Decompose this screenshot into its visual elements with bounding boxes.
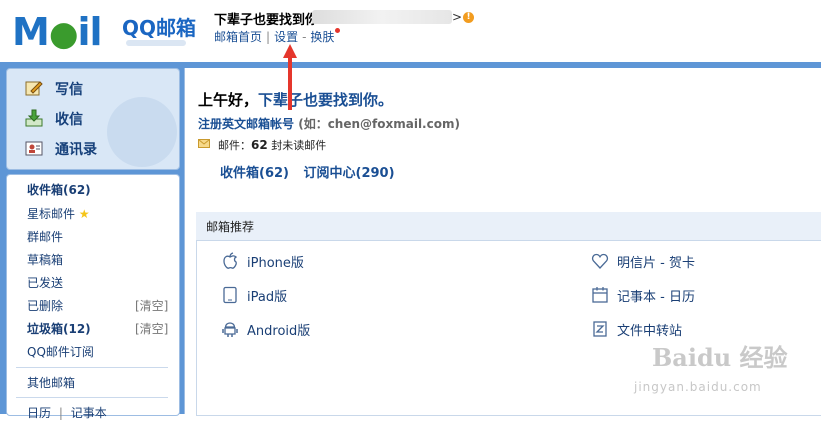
calendar-link[interactable]: 日历 <box>27 406 51 420</box>
android-version-link[interactable]: Android版 <box>221 320 361 340</box>
ipad-icon <box>223 286 237 304</box>
folder-divider <box>16 367 168 368</box>
contacts-icon <box>25 141 43 156</box>
link-dash: - <box>302 30 307 44</box>
skin-link[interactable]: 换肤 <box>310 30 334 44</box>
folder-spam[interactable]: 垃圾箱(12) <box>27 320 91 337</box>
qqmail-logo[interactable]: M●il QQ邮箱 <box>12 8 202 54</box>
ipad-version-label: iPad版 <box>247 290 288 305</box>
calendar-icon <box>592 287 608 303</box>
folder-other-mailboxes[interactable]: 其他邮箱 <box>27 374 75 391</box>
baidu-watermark-url: jingyan.baidu.com <box>634 380 762 394</box>
greeting-name[interactable]: 下辈子也要找到你。 <box>258 91 393 109</box>
notes-calendar-label: 记事本 - 日历 <box>617 290 695 305</box>
home-link[interactable]: 邮箱首页 <box>214 30 262 44</box>
folder-sent[interactable]: 已发送 <box>27 274 63 291</box>
qq-penguin-stamp-icon <box>107 97 177 167</box>
compose-label: 写信 <box>55 82 83 98</box>
star-icon: ★ <box>78 207 90 221</box>
notes-link[interactable]: 记事本 <box>71 406 107 420</box>
contacts-button[interactable]: 通讯录 <box>23 137 113 161</box>
unread-suffix: 封未读邮件 <box>271 139 327 152</box>
contacts-label: 通讯录 <box>55 142 97 158</box>
register-label: 注册英文邮箱帐号 <box>198 117 295 131</box>
greeting-prefix: 上午好， <box>198 91 259 109</box>
calendar-sep: | <box>58 406 63 420</box>
android-icon <box>222 322 238 337</box>
unread-count: 62 <box>251 138 268 152</box>
warning-icon[interactable]: ! <box>463 12 474 23</box>
red-annotation-arrow-icon <box>283 44 297 110</box>
baidu-watermark-text: Baidu 经验 <box>652 343 788 372</box>
apple-icon <box>223 252 238 269</box>
unread-prefix: 邮件： <box>218 139 251 152</box>
inbox-link[interactable]: 收件箱(62) <box>220 166 289 181</box>
compose-button[interactable]: 写信 <box>23 77 113 101</box>
compose-icon <box>25 81 43 96</box>
folder-group[interactable]: 群邮件 <box>27 228 63 245</box>
redacted-email <box>312 10 452 24</box>
folder-drafts[interactable]: 草稿箱 <box>27 251 63 268</box>
folder-subscriptions[interactable]: QQ邮件订阅 <box>27 343 94 360</box>
iphone-version-label: iPhone版 <box>247 256 304 271</box>
iphone-version-link[interactable]: iPhone版 <box>221 252 341 272</box>
heart-icon <box>591 253 609 269</box>
link-separator: | <box>266 30 271 44</box>
clear-deleted-link[interactable]: [清空] <box>135 297 168 314</box>
logo-mark: M●il <box>12 10 103 54</box>
logo-o-bubble: ● <box>48 14 79 54</box>
top-bar: M●il QQ邮箱 下辈子也要找到你 > ! 邮箱首页 | 设置 - 换肤 <box>0 0 821 64</box>
inbox-download-icon <box>25 109 43 127</box>
receive-label: 收信 <box>55 112 83 128</box>
logo-letters-il: il <box>77 10 103 54</box>
ipad-version-link[interactable]: iPad版 <box>221 286 341 306</box>
postcard-label: 明信片 - 贺卡 <box>617 256 695 271</box>
recommend-header <box>196 212 821 241</box>
user-menu-arrow[interactable]: > <box>452 10 462 24</box>
file-transfer-icon <box>593 321 607 337</box>
register-hint: (如：chen@foxmail.com) <box>298 117 460 131</box>
folder-starred-label: 星标邮件 <box>27 207 76 221</box>
product-name: QQ邮箱 <box>122 16 197 40</box>
folder-divider <box>16 397 168 398</box>
register-english-account[interactable]: 注册英文邮箱帐号 (如：chen@foxmail.com) <box>198 115 460 132</box>
notes-calendar-link[interactable]: 记事本 - 日历 <box>591 286 731 306</box>
calendar-notes-links: 日历 | 记事本 <box>27 404 107 421</box>
recommend-title: 邮箱推荐 <box>206 220 255 234</box>
unread-summary: 邮件：62 封未读邮件 <box>218 137 326 153</box>
quick-actions-panel: 写信 收信 通讯录 <box>6 68 180 170</box>
postcard-link[interactable]: 明信片 - 贺卡 <box>591 252 731 272</box>
logo-letter-m: M <box>12 10 50 54</box>
mail-quick-links: 收件箱(62) 订阅中心(290) <box>220 162 405 181</box>
folder-deleted[interactable]: 已删除 <box>27 297 63 314</box>
logo-subtitle-blur <box>126 40 186 46</box>
clear-spam-link[interactable]: [清空] <box>135 320 168 337</box>
top-links: 邮箱首页 | 设置 - 换肤 <box>214 28 341 45</box>
settings-link[interactable]: 设置 <box>274 30 298 44</box>
envelope-icon <box>198 139 210 148</box>
new-dot-icon <box>335 28 341 33</box>
receive-button[interactable]: 收信 <box>23 107 113 131</box>
android-version-label: Android版 <box>247 324 311 339</box>
user-name[interactable]: 下辈子也要找到你 <box>214 9 318 28</box>
folder-inbox[interactable]: 收件箱(62) <box>27 181 91 198</box>
folder-starred[interactable]: 星标邮件 ★ <box>27 205 90 222</box>
subscription-center-link[interactable]: 订阅中心(290) <box>304 166 395 181</box>
